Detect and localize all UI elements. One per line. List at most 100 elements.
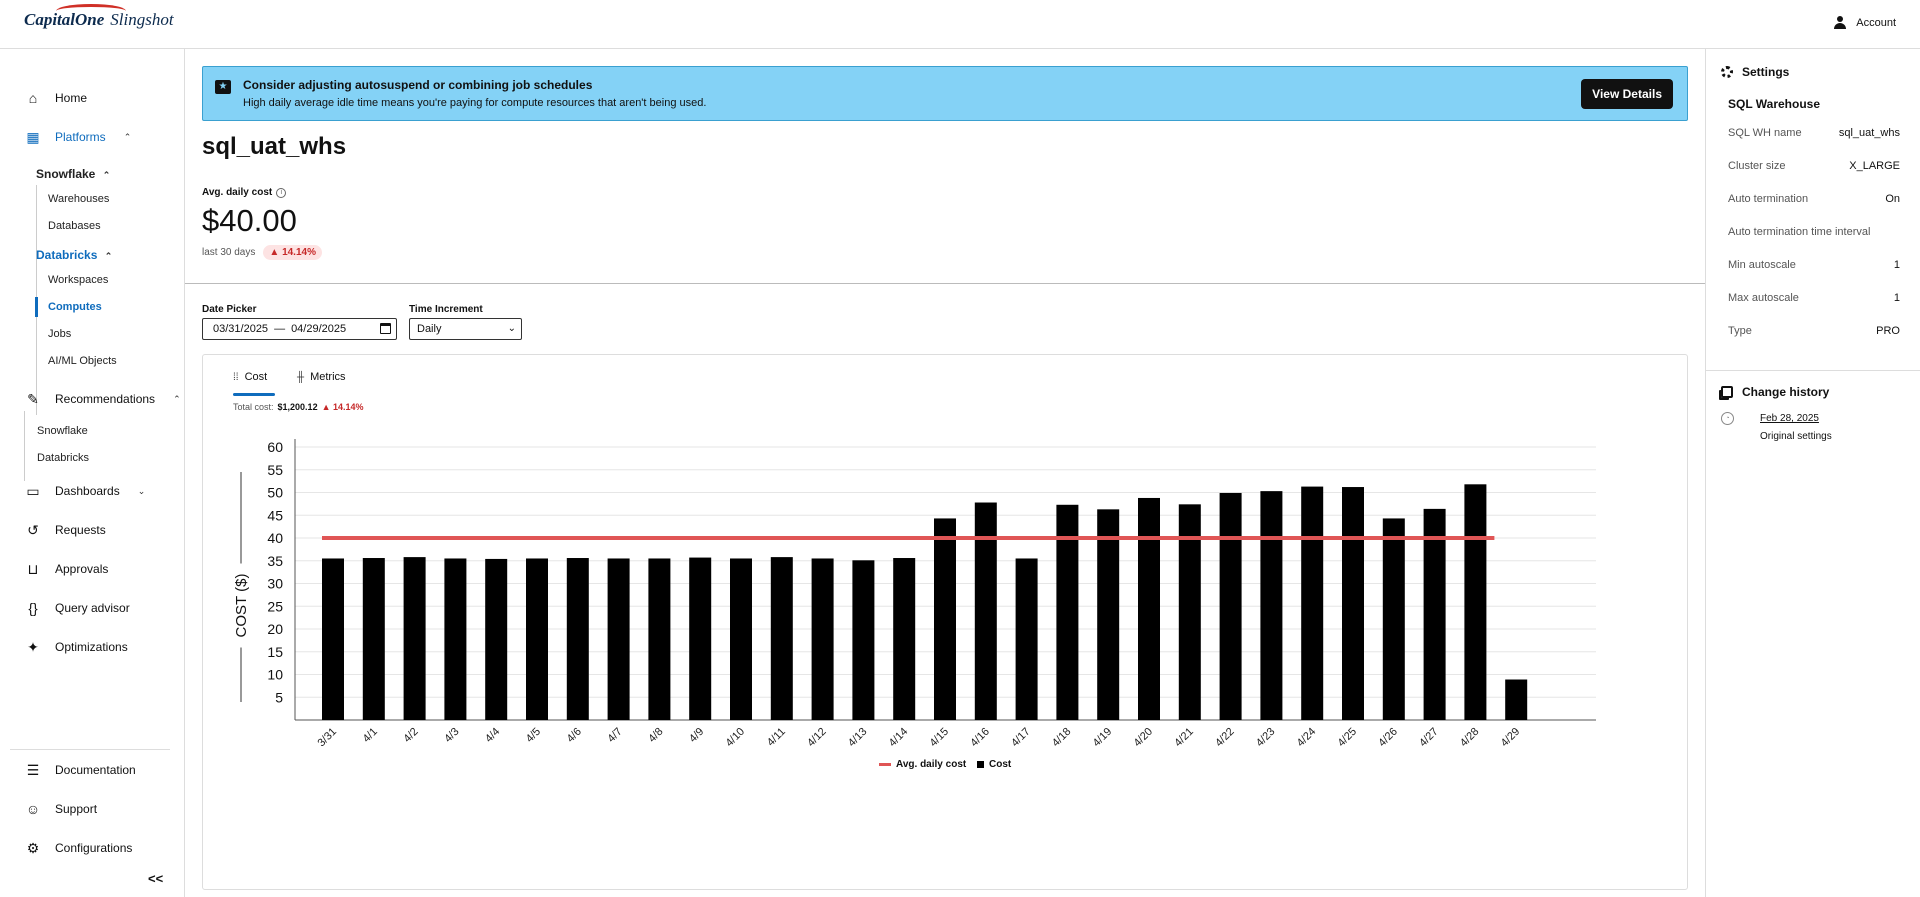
bar-4/14	[893, 558, 916, 720]
sidebar-item-computes[interactable]: Computes	[48, 301, 102, 313]
sidebar: ⌂ Home ▦ Platforms ⌃ Snowflake ⌃ Warehou…	[0, 49, 185, 897]
nav-approvals[interactable]: ⊔ Approvals	[25, 561, 109, 577]
x-tick-label: 4/15	[927, 726, 951, 750]
nav-optimizations[interactable]: ✦ Optimizations	[25, 639, 128, 655]
nav-documentation-label: Documentation	[55, 763, 136, 777]
time-increment-select[interactable]: Daily ⌄	[409, 318, 522, 340]
bar-4/1	[362, 558, 385, 720]
date-picker-label: Date Picker	[202, 304, 257, 315]
x-tick-label: 4/29	[1499, 726, 1523, 750]
recommendation-icon: ★	[215, 80, 231, 94]
recommendation-banner: ★ Consider adjusting autosuspend or comb…	[202, 66, 1688, 121]
history-icon	[1721, 386, 1733, 398]
date-start[interactable]: 03/31/2025	[213, 323, 268, 335]
x-tick-label: 4/5	[524, 726, 543, 745]
sidebar-item-jobs[interactable]: Jobs	[48, 328, 71, 340]
x-tick-label: 4/19	[1091, 726, 1115, 750]
x-tick-label: 4/14	[887, 726, 911, 750]
history-date-link[interactable]: Feb 28, 2025	[1760, 413, 1819, 424]
page-title: sql_uat_whs	[202, 133, 347, 160]
settings-value: 1	[1893, 292, 1900, 304]
bar-4/22	[1219, 492, 1242, 720]
collapse-sidebar-icon[interactable]: <<	[148, 871, 163, 886]
chart-bars	[322, 484, 1528, 720]
bar-4/8	[648, 558, 671, 720]
settings-section: SQL Warehouse	[1728, 97, 1821, 111]
divider	[1706, 370, 1920, 371]
settings-key: Auto termination	[1728, 193, 1809, 205]
bar-4/3	[444, 558, 467, 720]
sidebar-item-warehouses[interactable]: Warehouses	[48, 193, 109, 205]
delta-badge: ▲ 14.14%	[263, 245, 322, 260]
sidebar-group-snowflake[interactable]: Snowflake ⌃	[36, 167, 110, 181]
logo[interactable]: CapitalOne Slingshot	[24, 4, 174, 30]
y-tick-label: 25	[267, 598, 283, 614]
view-details-button[interactable]: View Details	[1581, 79, 1673, 109]
legend-cost[interactable]: Cost	[977, 759, 1011, 770]
time-increment-value: Daily	[417, 323, 442, 335]
nav-platforms-label: Platforms	[55, 130, 106, 144]
nav-configurations-label: Configurations	[55, 841, 133, 855]
account-menu[interactable]: Account	[1834, 16, 1896, 29]
nav-dashboards[interactable]: ▭ Dashboards ⌄	[25, 483, 145, 499]
nav-documentation[interactable]: ☰ Documentation	[25, 762, 136, 778]
bar-4/24	[1301, 486, 1324, 720]
x-tick-label: 4/27	[1417, 726, 1441, 750]
bar-4/13	[852, 560, 875, 720]
recommendation-icon: ✎	[27, 390, 39, 407]
x-tick-label: 4/9	[687, 726, 706, 745]
nav-support[interactable]: ☺ Support	[25, 801, 97, 817]
sidebar-item-databases[interactable]: Databases	[48, 220, 101, 232]
settings-row: SQL WH name sql_uat_whs	[1728, 127, 1900, 139]
time-increment-label: Time Increment	[409, 304, 483, 315]
x-tick-label: 4/10	[723, 726, 747, 750]
swoosh-icon	[56, 4, 126, 18]
bar-4/19	[1097, 509, 1120, 720]
nav-query-advisor[interactable]: {} Query advisor	[25, 600, 130, 616]
bar-4/17	[1015, 558, 1038, 720]
x-tick-label: 4/7	[605, 726, 624, 745]
x-tick-label: 4/8	[646, 726, 665, 745]
y-tick-label: 40	[267, 530, 283, 546]
date-range-input[interactable]: 03/31/2025 — 04/29/2025	[202, 318, 397, 340]
chevron-up-icon: ⌃	[102, 170, 111, 180]
settings-row: Auto termination time interval	[1728, 226, 1900, 238]
main-content: ★ Consider adjusting autosuspend or comb…	[185, 49, 1705, 897]
settings-row: Cluster size X_LARGE	[1728, 160, 1900, 172]
x-tick-label: 4/24	[1295, 726, 1319, 750]
sidebar-item-aiml-objects[interactable]: AI/ML Objects	[48, 355, 117, 367]
history-note: Original settings	[1760, 431, 1832, 442]
nav-requests[interactable]: ↺ Requests	[25, 522, 106, 538]
settings-value: 1	[1893, 259, 1900, 271]
sidebar-item-rec-snowflake[interactable]: Snowflake	[37, 425, 88, 437]
account-label: Account	[1856, 16, 1896, 29]
x-tick-label: 4/21	[1172, 726, 1196, 750]
sidebar-item-rec-databricks[interactable]: Databricks	[37, 452, 89, 464]
nav-optimizations-label: Optimizations	[55, 640, 128, 654]
nav-home[interactable]: ⌂ Home	[25, 90, 87, 106]
date-end[interactable]: 04/29/2025	[291, 323, 346, 335]
x-tick-label: 4/12	[805, 726, 829, 750]
sidebar-group-databricks[interactable]: Databricks ⌃	[36, 248, 112, 262]
nav-query-advisor-label: Query advisor	[55, 601, 130, 615]
document-icon: ☰	[26, 761, 40, 778]
bar-4/9	[689, 557, 712, 720]
nav-dashboards-label: Dashboards	[55, 484, 120, 498]
braces-icon: {}	[28, 600, 38, 616]
x-tick-label: 4/2	[401, 726, 420, 745]
sidebar-item-workspaces[interactable]: Workspaces	[48, 274, 108, 286]
calendar-icon[interactable]	[380, 323, 391, 334]
top-bar: CapitalOne Slingshot Account	[0, 0, 1920, 49]
legend-avg[interactable]: Avg. daily cost	[879, 759, 966, 770]
selected-indicator	[35, 297, 38, 317]
avg-cost-period: last 30 days ▲ 14.14%	[202, 245, 322, 260]
nav-platforms[interactable]: ▦ Platforms ⌃	[25, 129, 131, 145]
nav-recommendations[interactable]: ✎ Recommendations ⌃	[25, 390, 180, 407]
bar-4/5	[526, 558, 548, 720]
legend-cost-swatch	[977, 761, 984, 768]
y-tick-label: 60	[267, 439, 283, 455]
info-icon[interactable]: i	[276, 187, 287, 198]
nav-configurations[interactable]: ⚙ Configurations	[25, 839, 133, 856]
x-tick-label: 4/18	[1050, 726, 1074, 750]
gear-icon: ⚙	[26, 839, 40, 856]
